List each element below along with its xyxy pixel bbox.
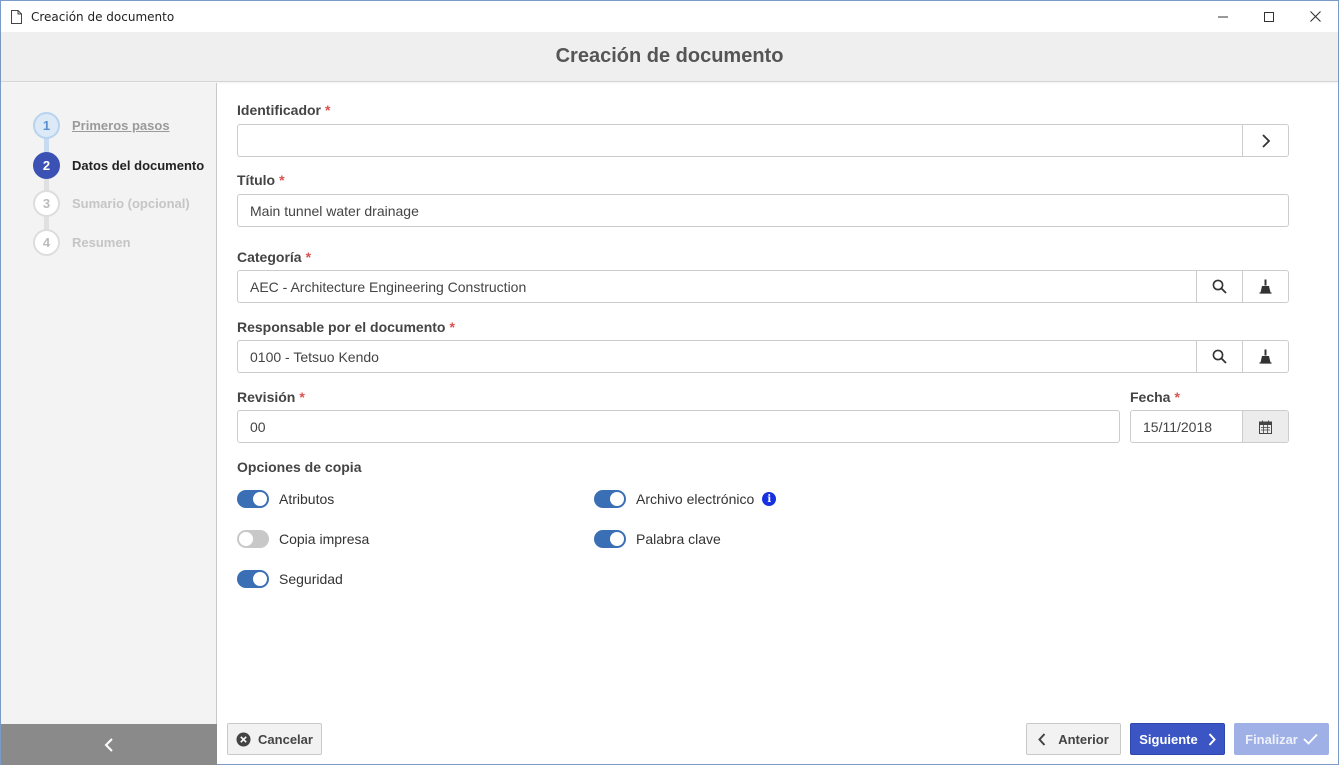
palabra-toggle-row: Palabra clave xyxy=(594,530,721,548)
step-sumario[interactable]: 3 Sumario (opcional) xyxy=(33,190,190,217)
seguridad-label: Seguridad xyxy=(279,571,343,587)
step-number: 1 xyxy=(33,112,60,139)
chevron-right-icon xyxy=(1261,133,1270,148)
minimize-button[interactable] xyxy=(1200,1,1246,32)
seguridad-toggle[interactable] xyxy=(237,570,269,588)
chevron-right-icon xyxy=(1208,732,1216,746)
app-window: Creación de documento Creación de docume… xyxy=(0,0,1339,765)
wizard-header: Creación de documento xyxy=(1,32,1338,82)
maximize-icon xyxy=(1264,11,1274,22)
close-icon xyxy=(1309,11,1321,22)
responsable-input[interactable]: 0100 - Tetsuo Kendo xyxy=(238,349,1196,365)
atributos-toggle-row: Atributos xyxy=(237,490,334,508)
responsable-label: Responsable por el documento * xyxy=(237,319,455,335)
required-mark: * xyxy=(1174,389,1180,405)
wizard-steps-sidebar: 1 Primeros pasos 2 Datos del documento 3… xyxy=(1,83,217,765)
window-title: Creación de documento xyxy=(31,9,175,24)
search-icon xyxy=(1212,279,1227,294)
atributos-label: Atributos xyxy=(279,491,335,507)
step-number: 3 xyxy=(33,190,60,217)
step-number: 2 xyxy=(33,152,60,179)
required-mark: * xyxy=(279,172,285,188)
categoria-label: Categoría * xyxy=(237,249,312,265)
titulo-field[interactable]: Main tunnel water drainage xyxy=(237,194,1289,227)
checkmark-icon xyxy=(1303,733,1318,745)
copia-impresa-toggle[interactable] xyxy=(237,530,269,548)
calendar-icon xyxy=(1259,420,1272,434)
generate-id-button[interactable] xyxy=(1242,125,1288,156)
copy-options-title: Opciones de copia xyxy=(237,459,362,475)
title-bar: Creación de documento xyxy=(1,1,1338,32)
archivo-toggle-row: Archivo electrónico i xyxy=(594,490,777,508)
next-button[interactable]: Siguiente xyxy=(1130,723,1225,755)
finish-label: Finalizar xyxy=(1245,731,1298,747)
required-mark: * xyxy=(325,102,331,118)
revision-label: Revisión * xyxy=(237,389,305,405)
chevron-left-icon xyxy=(104,737,113,752)
broom-icon xyxy=(1259,349,1272,364)
maximize-button[interactable] xyxy=(1246,1,1292,32)
step-number: 4 xyxy=(33,229,60,256)
info-icon[interactable]: i xyxy=(762,492,777,506)
titulo-label: Título * xyxy=(237,172,285,188)
fecha-label: Fecha * xyxy=(1130,389,1180,405)
step-label: Sumario (opcional) xyxy=(72,196,190,211)
previous-button[interactable]: Anterior xyxy=(1026,723,1121,755)
broom-icon xyxy=(1259,279,1272,294)
copia-impresa-label: Copia impresa xyxy=(279,531,370,547)
close-window-button[interactable] xyxy=(1292,1,1338,32)
seguridad-toggle-row: Seguridad xyxy=(237,570,343,588)
identificador-field[interactable] xyxy=(237,124,1289,157)
titulo-input[interactable]: Main tunnel water drainage xyxy=(238,203,1288,219)
fecha-field[interactable]: 15/11/2018 xyxy=(1130,410,1289,443)
finish-button[interactable]: Finalizar xyxy=(1234,723,1329,755)
cancel-circle-icon xyxy=(236,732,251,747)
revision-field[interactable]: 00 xyxy=(237,410,1120,443)
categoria-search-button[interactable] xyxy=(1196,271,1242,302)
categoria-clear-button[interactable] xyxy=(1242,271,1288,302)
revision-input[interactable]: 00 xyxy=(238,419,1119,435)
document-icon xyxy=(1,9,31,24)
cancel-button[interactable]: Cancelar xyxy=(227,723,322,755)
identificador-label: Identificador * xyxy=(237,102,331,118)
step-primeros-pasos[interactable]: 1 Primeros pasos xyxy=(33,112,170,139)
chevron-left-icon xyxy=(1038,732,1046,746)
cancel-label: Cancelar xyxy=(258,731,313,747)
step-label: Primeros pasos xyxy=(72,118,170,133)
archivo-electronico-label: Archivo electrónico xyxy=(636,491,755,507)
main-form: Identificador * Título * Main tunnel water… xyxy=(218,83,1338,765)
previous-label: Anterior xyxy=(1058,731,1109,747)
step-label: Resumen xyxy=(72,235,131,250)
fecha-input[interactable]: 15/11/2018 xyxy=(1131,419,1242,435)
collapse-sidebar-button[interactable] xyxy=(1,724,217,765)
palabra-clave-toggle[interactable] xyxy=(594,530,626,548)
responsable-clear-button[interactable] xyxy=(1242,341,1288,372)
categoria-field[interactable]: AEC - Architecture Engineering Construct… xyxy=(237,270,1289,303)
required-mark: * xyxy=(305,249,312,265)
step-label: Datos del documento xyxy=(72,158,205,173)
calendar-button[interactable] xyxy=(1242,411,1288,442)
atributos-toggle[interactable] xyxy=(237,490,269,508)
step-resumen[interactable]: 4 Resumen xyxy=(33,229,131,256)
search-icon xyxy=(1212,349,1227,364)
responsable-search-button[interactable] xyxy=(1196,341,1242,372)
required-mark: * xyxy=(299,389,305,405)
categoria-input[interactable]: AEC - Architecture Engineering Construct… xyxy=(238,279,1196,295)
palabra-clave-label: Palabra clave xyxy=(636,531,721,547)
minimize-icon xyxy=(1218,16,1228,17)
archivo-electronico-toggle[interactable] xyxy=(594,490,626,508)
responsable-field[interactable]: 0100 - Tetsuo Kendo xyxy=(237,340,1289,373)
copia-toggle-row: Copia impresa xyxy=(237,530,369,548)
next-label: Siguiente xyxy=(1139,731,1198,747)
page-title: Creación de documento xyxy=(555,45,784,67)
step-datos-del-documento[interactable]: 2 Datos del documento xyxy=(33,152,204,179)
required-mark: * xyxy=(449,319,455,335)
